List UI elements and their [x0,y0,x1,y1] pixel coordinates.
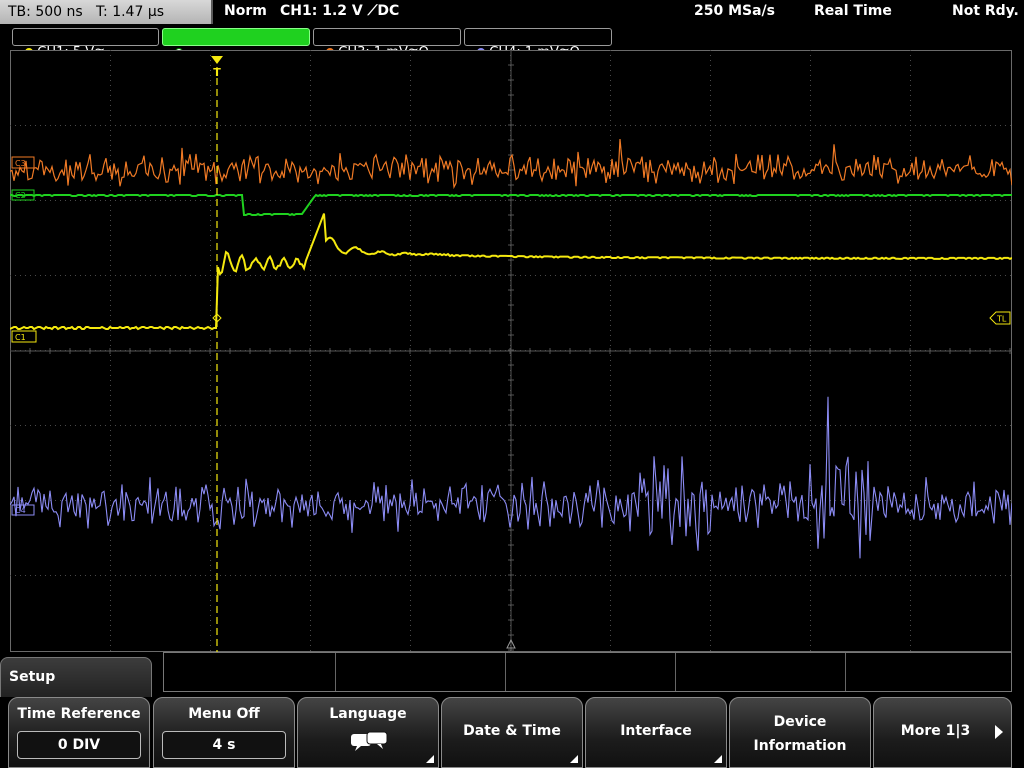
menu-off-label: Menu Off [188,706,260,722]
tab-ch4[interactable]: CH4: 1 mV≅Ω [464,28,612,60]
svg-text:C4: C4 [15,506,26,515]
date-time-button[interactable]: Date & Time [441,697,583,768]
device-information-button[interactable]: Device Information [729,697,871,768]
svg-text:TL: TL [996,315,1007,324]
trigger-marker-label: T [213,66,221,79]
menu-title: Setup [0,657,152,697]
interface-label: Interface [620,723,692,739]
waveform-display[interactable]: T C3 C2 C1 C4 TL [10,50,1012,652]
more-button[interactable]: More 1|3 [873,697,1012,768]
status-bar: TB: 500 ns T: 1.47 µs Norm CH1: 1.2 V ⟋D… [0,0,1024,26]
trigger-status: Not Rdy. [952,3,1019,19]
menu-off-button[interactable]: Menu Off 4 s [153,697,295,768]
svg-text:C1: C1 [15,333,26,342]
next-page-icon [995,725,1003,739]
interface-button[interactable]: Interface [585,697,727,768]
device-info-label-1: Device [773,714,827,730]
menu-info-strip [163,652,1012,692]
acquisition-mode: Real Time [814,3,892,19]
tab-ch3[interactable]: CH3: 1 mV≅Ω [313,28,461,60]
date-time-label: Date & Time [463,723,561,739]
sample-rate-readout: 250 MSa/s [694,3,776,19]
time-reference-value: 0 DIV [17,731,141,759]
trigger-readout[interactable]: CH1: 1.2 V ⟋DC [280,3,399,19]
language-label: Language [329,706,407,722]
submenu-corner-icon [570,755,578,763]
menu-off-value: 4 s [162,731,286,759]
timebase-readout[interactable]: TB: 500 ns T: 1.47 µs [0,0,213,24]
time-reference-label: Time Reference [17,706,141,722]
language-button[interactable]: Language [297,697,439,768]
time-reference-button[interactable]: Time Reference 0 DIV [8,697,150,768]
trigger-mode[interactable]: Norm [224,3,267,19]
more-label: More 1|3 [900,723,971,739]
submenu-corner-icon [426,755,434,763]
device-info-label-2: Information [753,738,847,754]
language-icon [351,731,388,751]
svg-text:C3: C3 [15,159,26,168]
svg-text:C2: C2 [15,191,26,200]
tab-ch2[interactable]: CH2: 20 mV≅Ω [162,28,310,60]
submenu-corner-icon [714,755,722,763]
tab-ch1[interactable]: CH1: 5 V≅ [12,28,159,60]
